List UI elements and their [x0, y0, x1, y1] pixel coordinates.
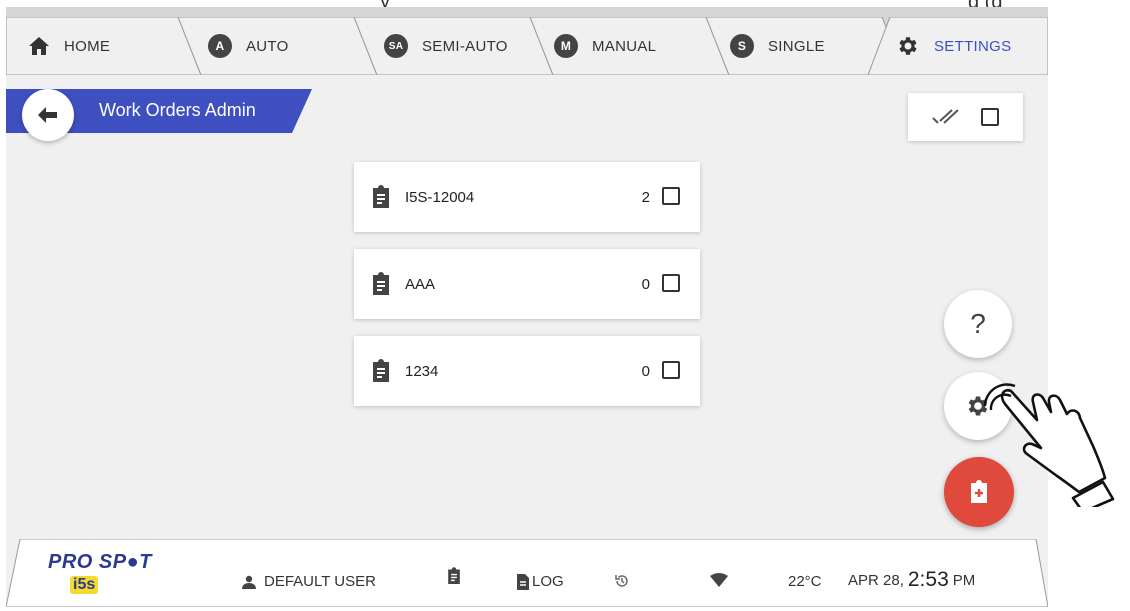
page-title: Work Orders Admin — [99, 100, 256, 120]
work-order-row[interactable]: 1234 0 — [354, 336, 700, 406]
home-icon — [29, 37, 49, 55]
tab-home[interactable]: HOME — [6, 17, 206, 75]
select-all-icon[interactable] — [932, 108, 960, 126]
work-order-checkbox[interactable] — [662, 361, 680, 379]
help-icon: ? — [970, 308, 986, 339]
work-order-row[interactable]: I5S-12004 2 — [354, 162, 700, 232]
clipboard-icon — [373, 359, 389, 382]
work-order-count: 2 — [641, 189, 650, 206]
user-name: DEFAULT USER — [264, 573, 376, 590]
temperature-value: 22°C — [788, 573, 822, 590]
tab-auto-label: AUTO — [246, 37, 289, 55]
main-content: Work Orders Admin I5S-12004 2 AAA 0 1234… — [6, 75, 1048, 547]
log-label: LOG — [532, 573, 564, 590]
status-bar: PRO SP●T i5s DEFAULT USER LOG 22°C APR 2… — [6, 539, 1048, 607]
tab-settings[interactable]: SETTINGS — [868, 17, 1048, 75]
work-order-row[interactable]: AAA 0 — [354, 249, 700, 319]
clock: APR 28, 2:53 PM — [848, 568, 975, 592]
clipped-text-strip: y g (g — [0, 0, 1130, 13]
tab-settings-label: SETTINGS — [934, 37, 1012, 55]
work-order-status[interactable] — [446, 567, 462, 585]
help-button[interactable]: ? — [944, 290, 1012, 358]
app-window: HOME A AUTO SA SEMI-AUTO M MANUAL S SING… — [6, 7, 1054, 607]
tab-home-label: HOME — [64, 37, 111, 55]
single-badge-icon: S — [730, 34, 754, 58]
auto-badge-icon: A — [208, 34, 232, 58]
semi-auto-badge-icon: SA — [384, 34, 408, 58]
time-value: 2:53 — [907, 568, 949, 591]
manual-badge-icon: M — [554, 34, 578, 58]
log-button[interactable]: LOG — [516, 573, 564, 590]
work-order-name: 1234 — [405, 363, 439, 380]
tap-gesture-hand-icon — [983, 383, 1115, 507]
logo-sub: i5s — [70, 576, 99, 594]
logo-text: PRO SP●T — [48, 551, 152, 573]
mode-tab-bar: HOME A AUTO SA SEMI-AUTO M MANUAL S SING… — [6, 7, 1048, 75]
back-button[interactable] — [22, 89, 74, 141]
work-order-name: I5S-12004 — [405, 189, 475, 206]
wifi-icon — [710, 573, 728, 587]
user-status[interactable]: DEFAULT USER — [242, 573, 376, 590]
tab-semi-auto-label: SEMI-AUTO — [422, 37, 508, 55]
pro-spot-logo: PRO SP●T i5s — [48, 551, 152, 594]
tab-manual[interactable]: M MANUAL — [530, 17, 730, 75]
work-order-checkbox[interactable] — [662, 274, 680, 292]
wifi-status[interactable] — [710, 573, 728, 587]
document-icon — [517, 573, 529, 590]
tab-single-label: SINGLE — [768, 37, 825, 55]
select-all-checkbox[interactable] — [980, 108, 999, 126]
gear-icon — [899, 37, 917, 55]
bulk-select-controls — [908, 93, 1023, 141]
work-order-count: 0 — [641, 363, 650, 380]
edge-divider — [1050, 217, 1054, 257]
tab-manual-label: MANUAL — [592, 37, 657, 55]
date-value: APR 28, — [848, 571, 904, 589]
work-order-count: 0 — [641, 276, 650, 293]
history-icon — [615, 575, 628, 587]
clipboard-icon — [373, 272, 389, 295]
arrow-left-icon — [38, 107, 57, 123]
tab-semi-auto[interactable]: SA SEMI-AUTO — [354, 17, 554, 75]
ampm-value: PM — [952, 571, 976, 589]
clipboard-icon — [448, 567, 460, 584]
work-order-name: AAA — [405, 276, 436, 293]
history-button[interactable] — [614, 573, 630, 589]
user-icon — [242, 575, 256, 589]
clipboard-icon — [373, 185, 389, 208]
work-order-checkbox[interactable] — [662, 187, 680, 205]
temperature-readout: 22°C — [788, 573, 822, 590]
tab-auto[interactable]: A AUTO — [178, 17, 378, 75]
